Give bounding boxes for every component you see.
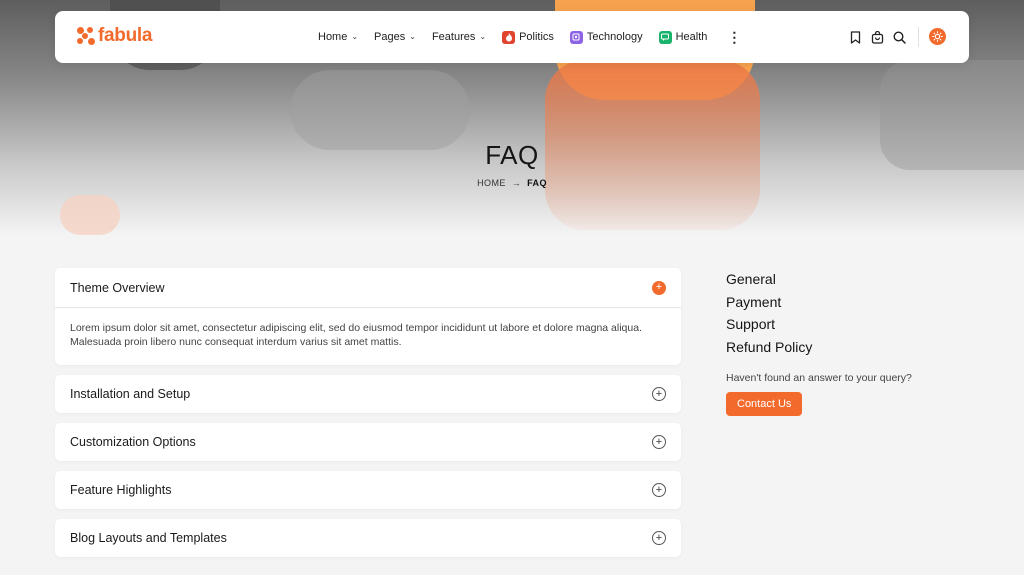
chip-icon xyxy=(569,30,583,44)
faq-question: Feature Highlights xyxy=(70,483,172,497)
faq-question-header[interactable]: Installation and Setup + xyxy=(55,375,681,413)
faq-question-header[interactable]: Feature Highlights + xyxy=(55,471,681,509)
chat-icon xyxy=(658,30,672,44)
plus-icon[interactable]: + xyxy=(652,531,666,545)
brand-name: fabula xyxy=(98,25,153,46)
faq-question: Blog Layouts and Templates xyxy=(70,531,227,545)
breadcrumb-current: FAQ xyxy=(527,178,547,188)
faq-question-header[interactable]: Customization Options + xyxy=(55,423,681,461)
chevron-down-icon: ⌄ xyxy=(409,31,416,41)
faq-question: Installation and Setup xyxy=(70,387,191,401)
chevron-down-icon: ⌄ xyxy=(479,31,487,41)
nav-label: Politics xyxy=(519,31,554,43)
site-header: fabula Home ⌄ Pages ⌄ Features ⌄ Politic… xyxy=(55,11,969,63)
faq-question: Theme Overview xyxy=(70,280,165,295)
arrow-right-icon: → xyxy=(511,178,522,188)
bookmark-icon[interactable] xyxy=(848,30,862,44)
brand-logo[interactable]: fabula xyxy=(77,25,152,47)
main-nav: Home ⌄ Pages ⌄ Features ⌄ Politics Techn… xyxy=(318,11,741,63)
logo-mark-icon xyxy=(77,27,95,45)
nav-pages[interactable]: Pages ⌄ xyxy=(374,31,416,43)
nav-label: Health xyxy=(675,31,708,43)
faq-sidebar: General Payment Support Refund Policy Ha… xyxy=(726,268,966,416)
more-menu-icon[interactable]: ⋮ xyxy=(727,30,741,44)
faq-question-header[interactable]: Theme Overview + xyxy=(55,268,681,308)
header-actions xyxy=(848,11,906,63)
nav-features[interactable]: Features ⌄ xyxy=(432,31,486,43)
nav-technology[interactable]: Technology xyxy=(569,30,643,44)
faq-answer: Lorem ipsum dolor sit amet, consectetur … xyxy=(70,322,642,348)
plus-icon[interactable]: + xyxy=(652,387,666,401)
nav-politics[interactable]: Politics xyxy=(502,30,554,44)
help-text: Haven't found an answer to your query? xyxy=(726,372,912,384)
flame-icon xyxy=(502,30,516,44)
search-icon[interactable] xyxy=(892,30,906,44)
breadcrumb-home[interactable]: HOME xyxy=(477,178,506,188)
sun-icon[interactable] xyxy=(929,28,946,45)
plus-icon[interactable]: + xyxy=(652,280,666,295)
sidebar-link-refund-policy[interactable]: Refund Policy xyxy=(726,336,966,359)
faq-item: Installation and Setup + xyxy=(55,375,681,413)
hero-shape xyxy=(290,70,470,150)
faq-item: Theme Overview + Lorem ipsum dolor sit a… xyxy=(55,268,681,365)
nav-health[interactable]: Health xyxy=(658,30,708,44)
faq-question-header[interactable]: Blog Layouts and Templates + xyxy=(55,519,681,557)
nav-home[interactable]: Home ⌄ xyxy=(318,31,358,43)
header-divider xyxy=(918,27,919,47)
contact-us-button[interactable]: Contact Us xyxy=(726,392,803,416)
page-title: FAQ xyxy=(485,140,539,170)
faq-question: Customization Options xyxy=(70,435,196,449)
faq-item: Customization Options + xyxy=(55,423,681,461)
faq-accordion: Theme Overview + Lorem ipsum dolor sit a… xyxy=(55,268,681,567)
hero-shape xyxy=(60,195,120,235)
sidebar-link-support[interactable]: Support xyxy=(726,313,966,336)
nav-label: Pages xyxy=(374,31,406,43)
sidebar-link-general[interactable]: General xyxy=(726,268,966,291)
chevron-down-icon: ⌄ xyxy=(351,31,359,41)
faq-item: Feature Highlights + xyxy=(55,471,681,509)
breadcrumb: HOME → FAQ xyxy=(0,178,1024,188)
nav-label: Technology xyxy=(586,31,643,43)
nav-label: Features xyxy=(431,31,476,43)
sidebar-link-payment[interactable]: Payment xyxy=(726,291,966,314)
faq-item: Blog Layouts and Templates + xyxy=(55,519,681,557)
plus-icon[interactable]: + xyxy=(652,435,666,449)
plus-icon[interactable]: + xyxy=(652,483,666,497)
nav-label: Home xyxy=(318,31,348,43)
cart-icon[interactable] xyxy=(870,30,884,44)
